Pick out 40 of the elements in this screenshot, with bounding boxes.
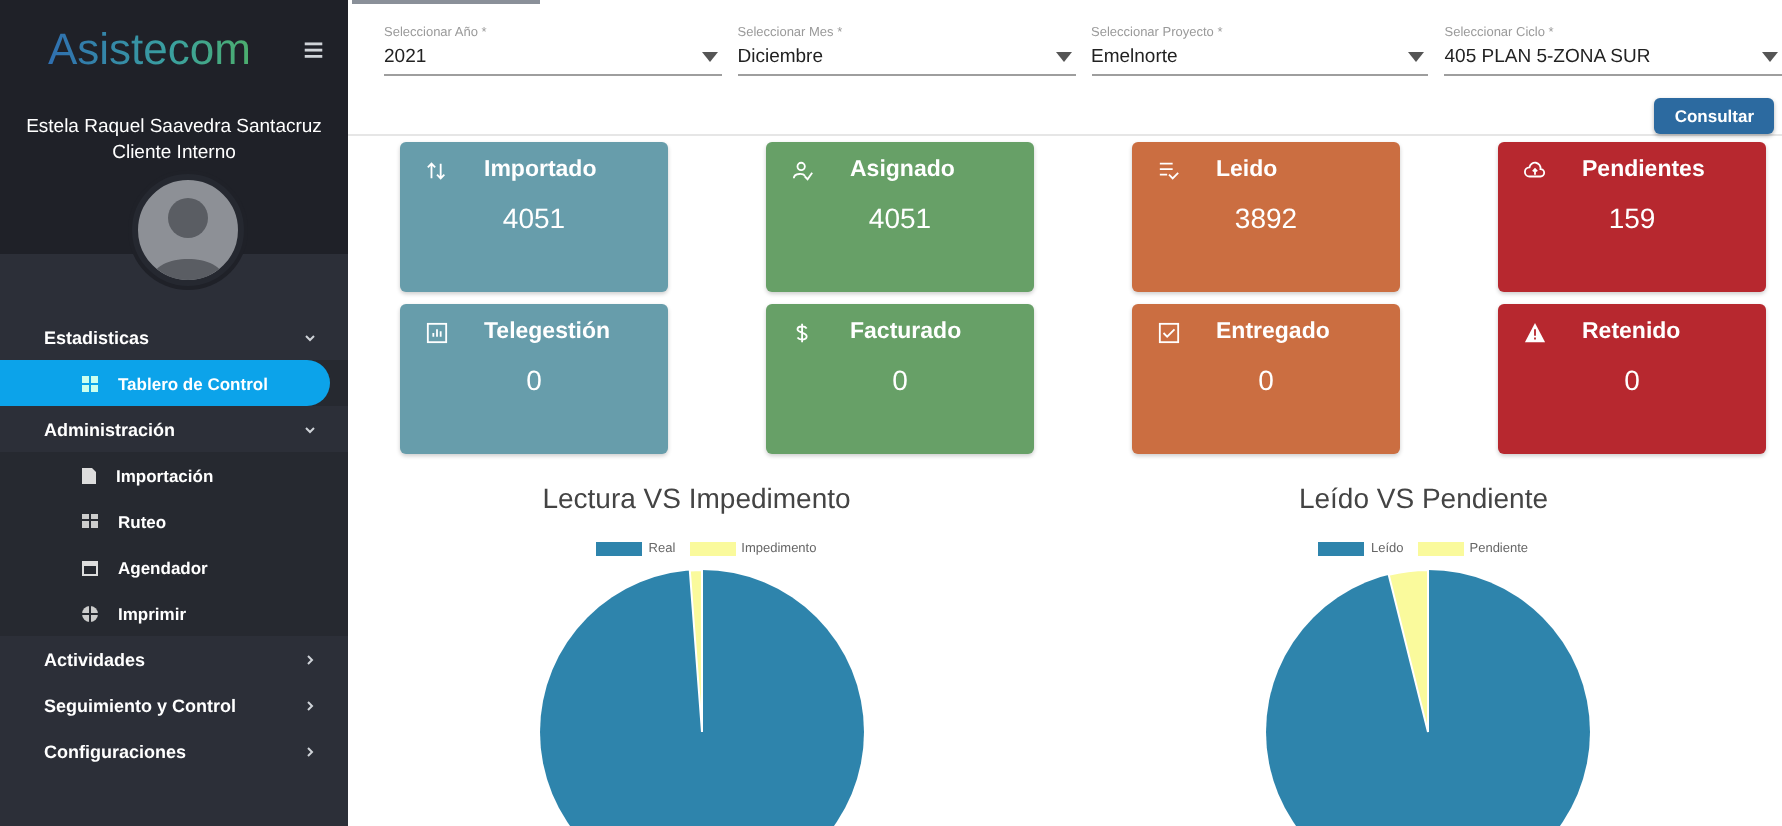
menu-icon[interactable]: ≡: [302, 29, 324, 71]
menu-item[interactable]: Imprimir: [0, 590, 330, 636]
menu-section[interactable]: Seguimiento y Control: [0, 682, 348, 728]
user-name: Estela Raquel Saavedra Santacruz: [26, 116, 322, 138]
checkbox-icon: [1158, 321, 1180, 343]
chart-icon: [426, 321, 448, 343]
menu-item[interactable]: Agendador: [0, 544, 330, 590]
menu-item[interactable]: Ruteo: [0, 498, 330, 544]
stat-card: Entregado 0: [1132, 304, 1400, 454]
caret-icon: [1762, 52, 1778, 62]
table-icon: [82, 514, 98, 528]
consult-button[interactable]: Consultar: [1654, 98, 1774, 134]
menu-section[interactable]: Actividades: [0, 636, 348, 682]
caret-icon: [1408, 52, 1425, 62]
stat-card: Importado 4051: [400, 142, 668, 292]
chart-title: Lectura VS Impedimento: [542, 482, 851, 514]
menu-section[interactable]: Administración: [0, 406, 348, 452]
menu-section[interactable]: Configuraciones: [0, 728, 348, 774]
menu-section[interactable]: Estadisticas: [0, 314, 348, 360]
dollar-icon: [792, 321, 814, 343]
stat-card: Leido 3892: [1132, 142, 1400, 292]
stat-card: Facturado 0: [766, 304, 1034, 454]
caret-icon: [701, 52, 718, 62]
grid-icon: [82, 375, 98, 391]
stat-card: Asignado 4051: [766, 142, 1034, 292]
user-role: Cliente Interno: [112, 142, 236, 164]
stat-card: Pendientes 159: [1498, 142, 1766, 292]
list-check-icon: [1158, 159, 1180, 181]
caret-icon: [1055, 52, 1071, 62]
warning-icon: [1524, 321, 1546, 343]
stat-card: Telegestión 0: [400, 304, 668, 454]
calendar-icon: [82, 559, 98, 575]
cloud-upload-icon: [1524, 159, 1546, 181]
chart-title: Leído VS Pendiente: [1298, 482, 1549, 514]
user-check-icon: [792, 159, 814, 181]
document-icon: [82, 467, 96, 483]
sort-arrows-icon: [426, 159, 448, 181]
globe-icon: [82, 605, 98, 621]
stat-card: Retenido 0: [1498, 304, 1766, 454]
menu-item[interactable]: Importación: [0, 452, 330, 498]
